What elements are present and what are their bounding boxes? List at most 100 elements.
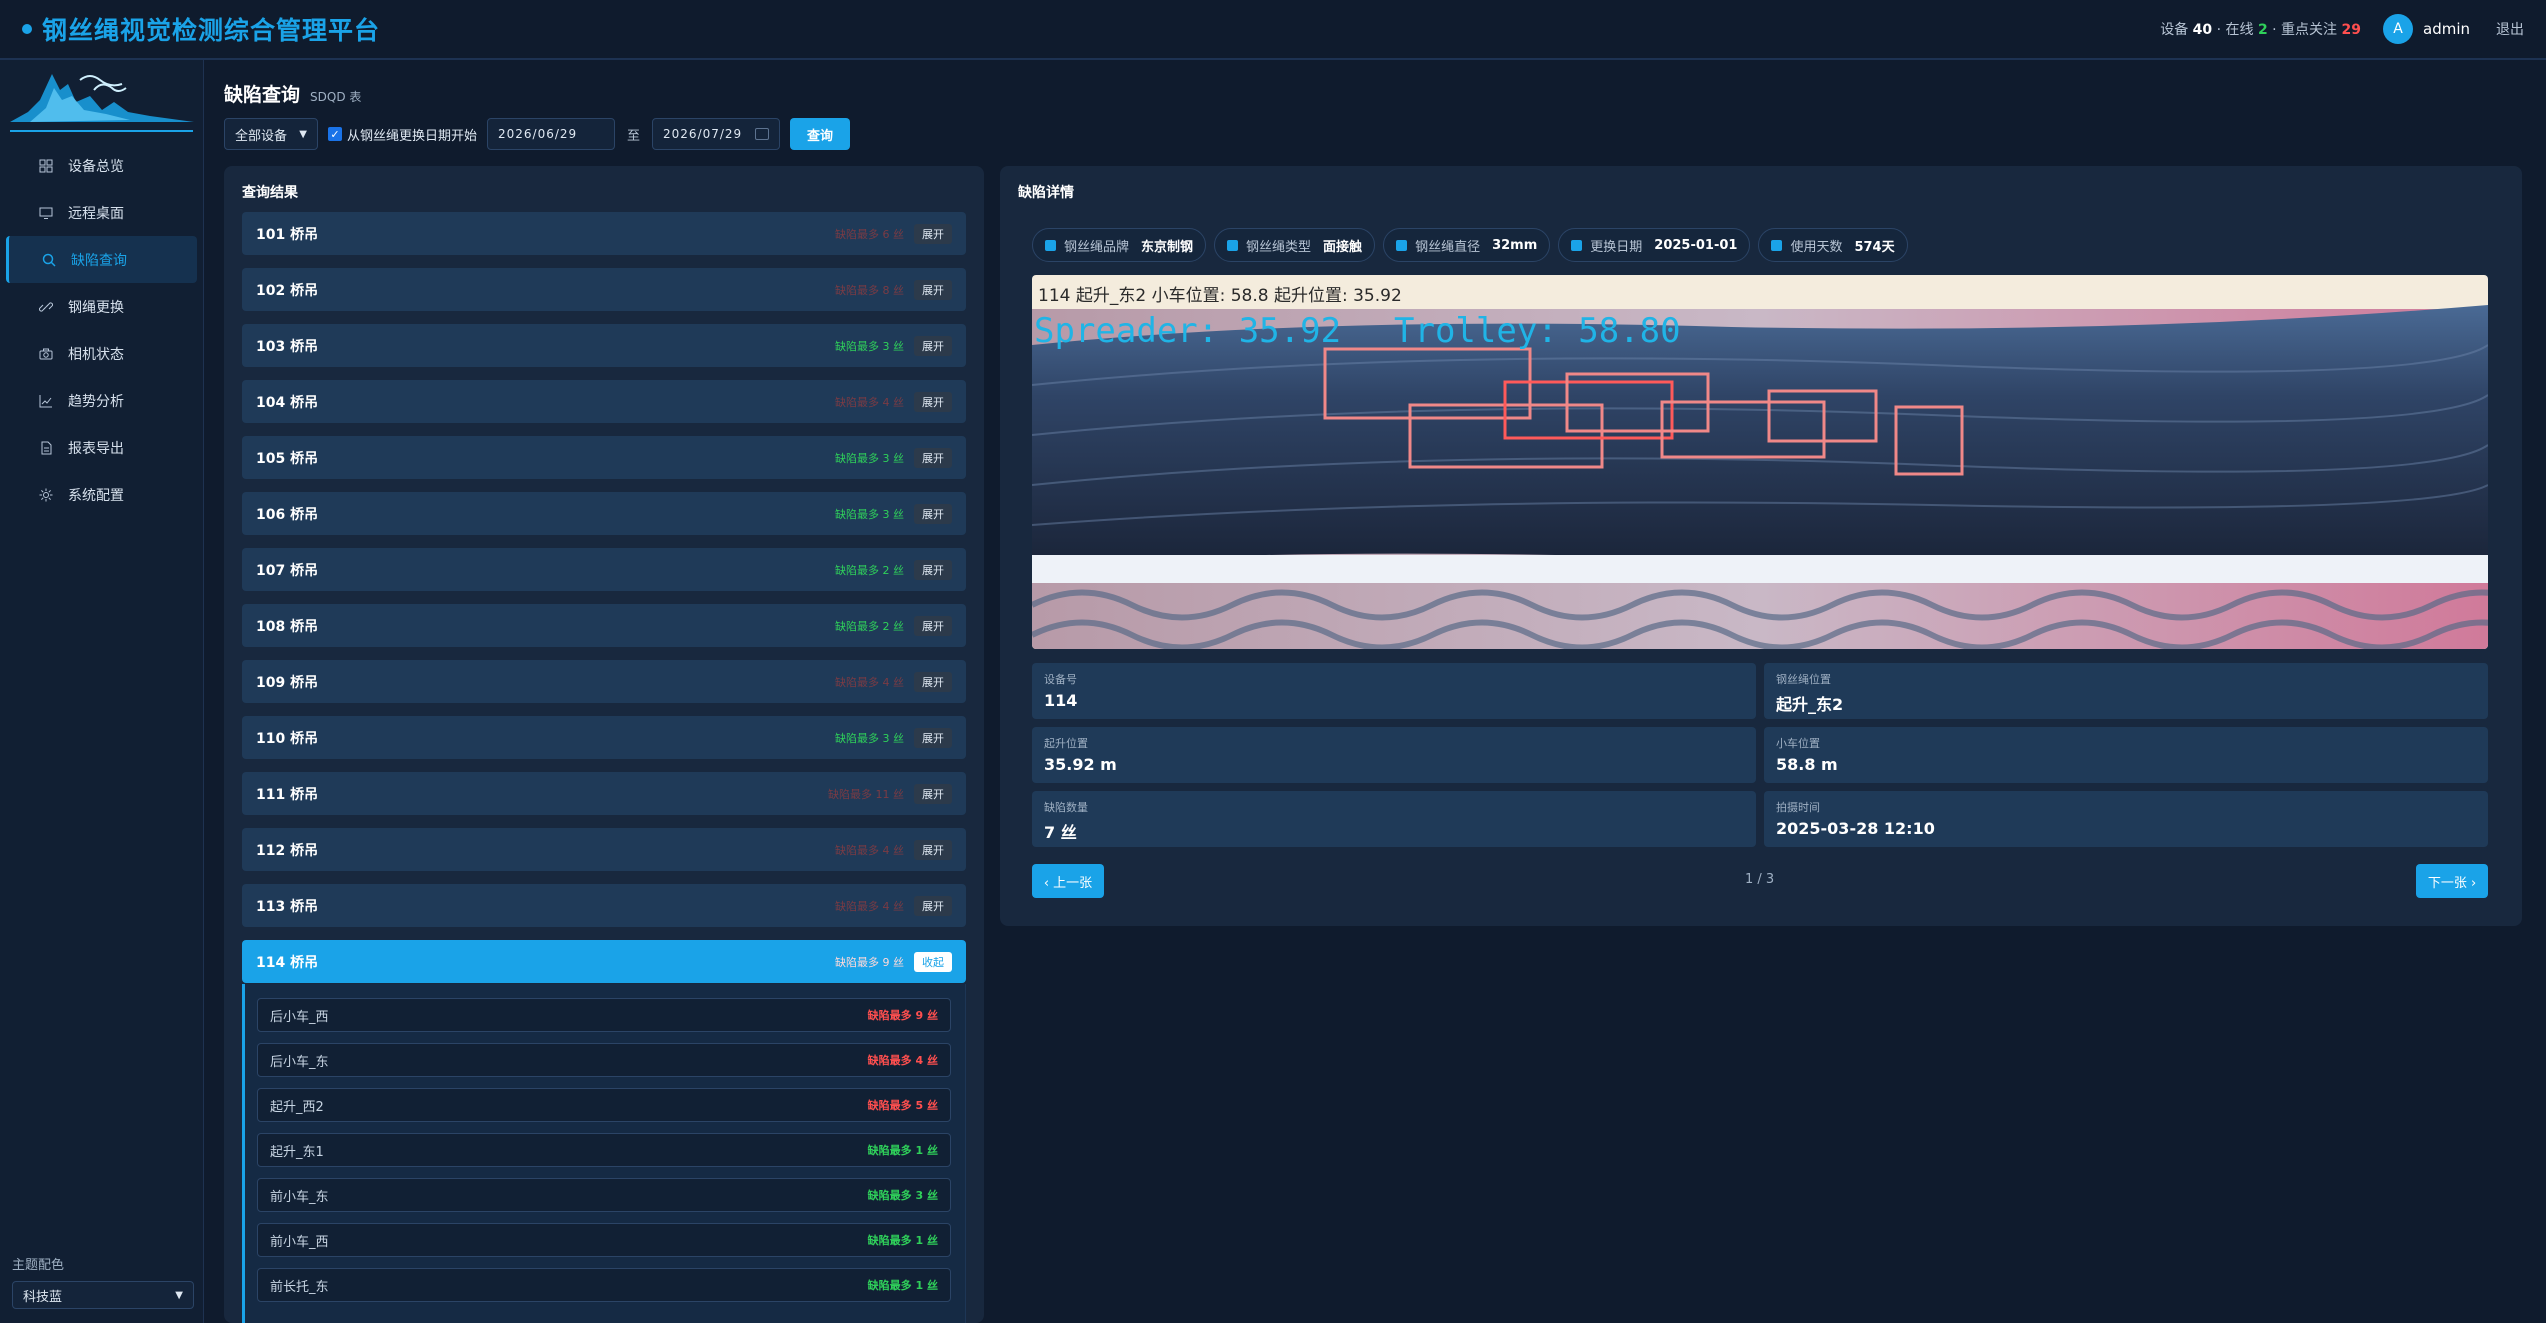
device-stats: 设备 40 · 在线 2 · 重点关注 29	[2160, 19, 2361, 39]
row-toggle-button[interactable]: 展开	[914, 391, 952, 412]
query-button[interactable]: 查询	[790, 118, 851, 150]
sub-row-name: 前小车_西	[270, 1234, 329, 1250]
page-subtitle: SDQD 表	[310, 90, 362, 104]
info-card: 拍摄时间 2025-03-28 12:10	[1764, 791, 2488, 847]
info-tag: 钢丝绳类型 面接触	[1214, 228, 1376, 262]
sub-row-name: 起升_东1	[270, 1144, 324, 1160]
sidebar: 设备总览 远程桌面 缺陷查询 钢绳更换 相机状态 趋势分析 报表导出 系统配置 …	[0, 60, 204, 1323]
result-row[interactable]: 103 桥吊 缺陷最多 3 丝展开	[242, 324, 966, 367]
result-row[interactable]: 114 桥吊 缺陷最多 9 丝收起	[242, 940, 966, 983]
expanded-sublist: 后小车_西 缺陷最多 9 丝后小车_东 缺陷最多 4 丝起升_西2 缺陷最多 5 丝起…	[242, 984, 966, 1323]
tag-value: 2025-01-01	[1654, 237, 1738, 253]
info-key: 小车位置	[1776, 737, 1820, 750]
result-row[interactable]: 111 桥吊 缺陷最多 11 丝展开	[242, 772, 966, 815]
result-row[interactable]: 110 桥吊 缺陷最多 3 丝展开	[242, 716, 966, 759]
sub-row[interactable]: 起升_东1 缺陷最多 1 丝	[257, 1133, 951, 1167]
tag-value: 32mm	[1492, 237, 1538, 253]
result-row[interactable]: 109 桥吊 缺陷最多 4 丝展开	[242, 660, 966, 703]
result-row[interactable]: 112 桥吊 缺陷最多 4 丝展开	[242, 828, 966, 871]
result-row[interactable]: 107 桥吊 缺陷最多 2 丝展开	[242, 548, 966, 591]
row-toggle-button[interactable]: 展开	[914, 727, 952, 748]
row-toggle-button[interactable]: 展开	[914, 559, 952, 580]
row-defect-count: 缺陷最多 11 丝	[828, 787, 904, 801]
row-toggle-button[interactable]: 展开	[914, 839, 952, 860]
sidebar-item-defect-query[interactable]: 缺陷查询	[6, 236, 197, 283]
sub-row[interactable]: 起升_西2 缺陷最多 5 丝	[257, 1088, 951, 1122]
row-toggle-button[interactable]: 展开	[914, 671, 952, 692]
info-key: 起升位置	[1044, 737, 1088, 750]
grid-icon	[38, 158, 54, 174]
row-toggle-button[interactable]: 展开	[914, 895, 952, 916]
stats-prefix: 设备	[2160, 22, 2189, 38]
row-defect-count: 缺陷最多 9 丝	[835, 955, 904, 969]
device-select[interactable]: 全部设备 ▼	[224, 118, 318, 150]
row-defect-count: 缺陷最多 3 丝	[835, 451, 904, 465]
date-to-input[interactable]: 2026/07/29	[652, 118, 781, 150]
sidebar-item-label: 报表导出	[68, 440, 124, 457]
row-defect-count: 缺陷最多 3 丝	[835, 507, 904, 521]
info-card: 缺陷数量 7 丝	[1032, 791, 1756, 847]
sidebar-item-system-config[interactable]: 系统配置	[6, 471, 197, 518]
row-toggle-button[interactable]: 收起	[914, 951, 952, 972]
calendar-icon[interactable]	[755, 128, 770, 140]
result-row[interactable]: 106 桥吊 缺陷最多 3 丝展开	[242, 492, 966, 535]
sidebar-item-camera-status[interactable]: 相机状态	[6, 330, 197, 377]
avatar[interactable]: A	[2383, 14, 2413, 44]
theme-selector: 主题配色 科技蓝 ▼	[12, 1254, 194, 1309]
result-row[interactable]: 101 桥吊 缺陷最多 6 丝展开	[242, 212, 966, 255]
info-card: 设备号 114	[1032, 663, 1756, 719]
row-device-name: 105 桥吊	[256, 450, 319, 467]
row-toggle-button[interactable]: 展开	[914, 279, 952, 300]
sidebar-item-overview[interactable]: 设备总览	[6, 142, 197, 189]
prev-button[interactable]: ‹ 上一张	[1032, 864, 1104, 898]
row-defect-count: 缺陷最多 4 丝	[835, 899, 904, 913]
row-toggle-button[interactable]: 展开	[914, 783, 952, 804]
date-to-value: 2026/07/29	[663, 127, 743, 141]
info-value: 2025-03-28 12:10	[1776, 819, 1935, 838]
info-value: 7 丝	[1044, 823, 1077, 842]
sub-row-count: 缺陷最多 1 丝	[867, 1234, 938, 1247]
rope-tags: 钢丝绳品牌 东京制钢 钢丝绳类型 面接触 钢丝绳直径 32mm 更换日期 2025-01-01…	[1032, 228, 1916, 262]
row-toggle-button[interactable]: 展开	[914, 447, 952, 468]
row-device-name: 109 桥吊	[256, 674, 319, 691]
result-row[interactable]: 102 桥吊 缺陷最多 8 丝展开	[242, 268, 966, 311]
sub-row[interactable]: 前小车_西 缺陷最多 1 丝	[257, 1223, 951, 1257]
sidebar-item-report-export[interactable]: 报表导出	[6, 424, 197, 471]
from-replace-date-checkbox[interactable]: ✓ 从钢丝绳更换日期开始	[328, 125, 477, 144]
online-count: 2	[2257, 22, 2268, 38]
row-toggle-button[interactable]: 展开	[914, 615, 952, 636]
focus-count: 29	[2341, 22, 2361, 38]
result-row[interactable]: 113 桥吊 缺陷最多 4 丝展开	[242, 884, 966, 927]
date-from-input[interactable]: 2026/06/29	[487, 118, 616, 150]
sidebar-item-label: 缺陷查询	[71, 252, 127, 269]
sub-row[interactable]: 后小车_东 缺陷最多 4 丝	[257, 1043, 951, 1077]
defect-photo[interactable]: 114 起升_东2 小车位置: 58.8 起升位置: 35.92 Spreade…	[1032, 275, 2488, 649]
sub-row-count: 缺陷最多 5 丝	[867, 1099, 938, 1112]
info-card: 钢丝绳位置 起升_东2	[1764, 663, 2488, 719]
row-device-name: 114 桥吊	[256, 954, 319, 971]
sidebar-item-remote-desktop[interactable]: 远程桌面	[6, 189, 197, 236]
next-button[interactable]: 下一张 ›	[2416, 864, 2488, 898]
row-toggle-button[interactable]: 展开	[914, 503, 952, 524]
row-defect-count: 缺陷最多 2 丝	[835, 619, 904, 633]
chart-icon	[38, 393, 54, 409]
sub-row-count: 缺陷最多 1 丝	[867, 1144, 938, 1157]
sub-row[interactable]: 前长托_东 缺陷最多 1 丝	[257, 1268, 951, 1302]
row-defect-count: 缺陷最多 2 丝	[835, 563, 904, 577]
sub-row[interactable]: 前小车_东 缺陷最多 3 丝	[257, 1178, 951, 1212]
result-row[interactable]: 104 桥吊 缺陷最多 4 丝展开	[242, 380, 966, 423]
row-toggle-button[interactable]: 展开	[914, 223, 952, 244]
tag-value: 东京制钢	[1141, 239, 1194, 255]
result-row[interactable]: 105 桥吊 缺陷最多 3 丝展开	[242, 436, 966, 479]
sub-row[interactable]: 后小车_西 缺陷最多 9 丝	[257, 998, 951, 1032]
theme-select[interactable]: 科技蓝 ▼	[12, 1281, 194, 1309]
results-panel: 查询结果 101 桥吊 缺陷最多 6 丝展开 102 桥吊 缺陷最多 8 丝展开 103…	[224, 166, 984, 1323]
row-defect-count: 缺陷最多 3 丝	[835, 731, 904, 745]
row-toggle-button[interactable]: 展开	[914, 335, 952, 356]
sidebar-item-rope-replace[interactable]: 钢绳更换	[6, 283, 197, 330]
sidebar-item-trend[interactable]: 趋势分析	[6, 377, 197, 424]
result-row[interactable]: 108 桥吊 缺陷最多 2 丝展开	[242, 604, 966, 647]
logout-link[interactable]: 退出	[2496, 19, 2524, 39]
device-count: 40	[2192, 22, 2213, 38]
focus-label: · 重点关注	[2272, 22, 2338, 38]
